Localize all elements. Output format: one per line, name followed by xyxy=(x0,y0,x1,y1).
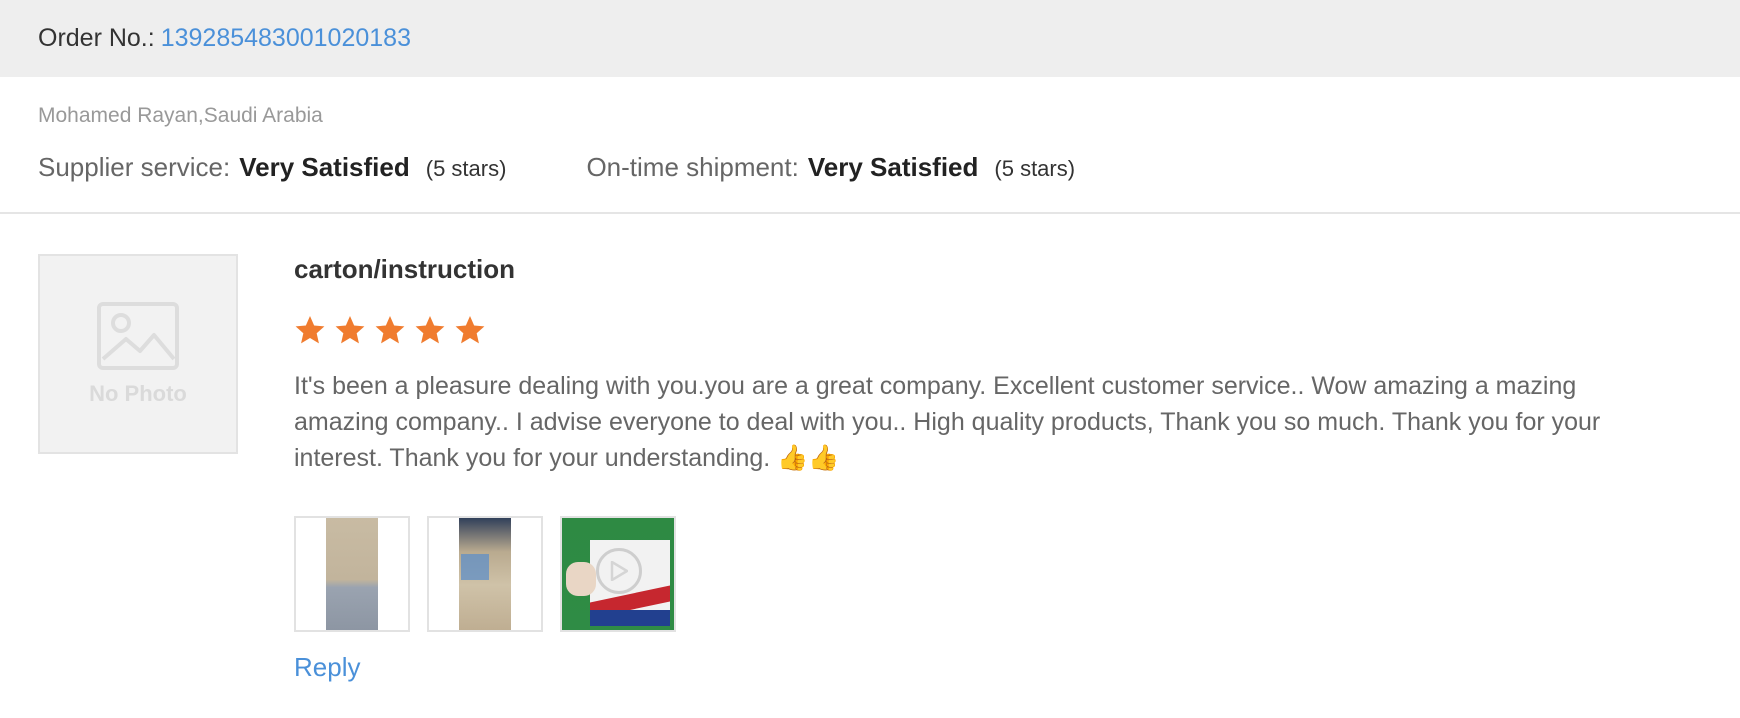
star-icon xyxy=(335,316,365,344)
review-star-rating xyxy=(294,314,494,346)
order-label: Order No.: xyxy=(38,24,155,52)
rating-label: On-time shipment: xyxy=(586,151,799,182)
star-icon xyxy=(295,316,325,344)
star-icon xyxy=(455,316,485,344)
rating-label: Supplier service: xyxy=(38,151,231,182)
buyer-name-country: Mohamed Rayan,Saudi Arabia xyxy=(38,104,323,127)
order-header: Order No.: 139285483001020183 xyxy=(0,0,1740,77)
rating-stars-count: (5 stars) xyxy=(994,155,1076,181)
star-icon xyxy=(415,316,445,344)
product-photo-placeholder: No Photo xyxy=(38,254,238,454)
star-icon xyxy=(375,316,405,344)
on-time-shipment-rating: On-time shipment: Very Satisfied (5 star… xyxy=(586,152,1075,183)
rating-value: Very Satisfied xyxy=(807,151,979,182)
video-detail xyxy=(566,562,596,596)
no-photo-label: No Photo xyxy=(89,381,187,406)
review-attachments xyxy=(294,516,693,632)
attachment-thumbnail[interactable] xyxy=(294,516,410,632)
order-number-link[interactable]: 139285483001020183 xyxy=(161,24,411,53)
rating-stars-count: (5 stars) xyxy=(425,155,507,181)
attachment-thumbnail[interactable] xyxy=(427,516,543,632)
review-title: carton/instruction xyxy=(294,254,516,284)
ratings-row: Supplier service: Very Satisfied (5 star… xyxy=(38,150,1075,184)
video-detail xyxy=(590,610,670,626)
rating-value: Very Satisfied xyxy=(239,151,410,182)
reply-link[interactable]: Reply xyxy=(294,652,360,683)
photo-thumbnail-image xyxy=(326,518,378,630)
review-text: It's been a pleasure dealing with you.yo… xyxy=(294,372,1601,472)
video-thumbnail[interactable] xyxy=(560,516,676,632)
play-icon xyxy=(596,548,642,594)
image-placeholder-icon xyxy=(97,302,179,370)
section-divider xyxy=(0,212,1740,214)
play-triangle-icon xyxy=(610,561,628,581)
photo-detail xyxy=(461,554,489,580)
supplier-service-rating: Supplier service: Very Satisfied (5 star… xyxy=(38,152,506,183)
